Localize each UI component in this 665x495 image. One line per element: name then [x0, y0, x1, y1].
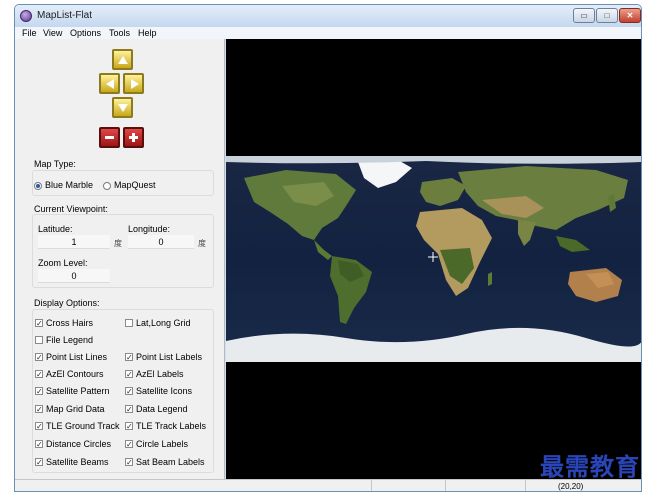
- latitude-field[interactable]: 1: [38, 235, 110, 249]
- checkbox-point-list-lines-label[interactable]: Point List Lines: [46, 352, 107, 362]
- zoom-level-field[interactable]: 0: [38, 269, 110, 283]
- longitude-label: Longitude:: [128, 224, 171, 234]
- checkbox-point-list-labels-label[interactable]: Point List Labels: [136, 352, 202, 362]
- checkbox-data-legend[interactable]: ✓: [125, 405, 133, 414]
- radio-blue-marble-label[interactable]: Blue Marble: [45, 180, 93, 190]
- title-bar: MapList-Flat ▭ □ ✕: [15, 5, 641, 27]
- radio-mapquest[interactable]: [103, 182, 111, 190]
- checkbox-tle-track-labels-label[interactable]: TLE Track Labels: [136, 421, 206, 431]
- zoom-out-button[interactable]: [99, 127, 120, 148]
- menu-bar: File View Options Tools Help: [15, 27, 641, 39]
- checkbox-tle-ground-track[interactable]: ✓: [35, 422, 43, 431]
- arrow-left-icon: [106, 79, 114, 89]
- checkbox-file-legend[interactable]: [35, 336, 43, 344]
- checkbox-azel-labels[interactable]: ✓: [125, 370, 133, 379]
- longitude-unit: 度: [198, 239, 206, 248]
- checkbox-satellite-icons[interactable]: ✓: [125, 387, 133, 396]
- control-panel: Map Type: Blue Marble MapQuest Current V…: [15, 39, 225, 479]
- menu-file[interactable]: File: [22, 27, 37, 39]
- checkbox-circle-labels-label[interactable]: Circle Labels: [136, 439, 188, 449]
- app-globe-icon: [20, 10, 32, 22]
- menu-tools[interactable]: Tools: [109, 27, 130, 39]
- checkbox-sat-beam-labels[interactable]: ✓: [125, 458, 133, 467]
- watermark-text: 最需教育: [540, 452, 640, 481]
- checkbox-tle-track-labels[interactable]: ✓: [125, 422, 133, 431]
- display-options-title: Display Options:: [33, 298, 101, 308]
- pan-right-button[interactable]: [123, 73, 144, 94]
- checkbox-point-list-labels[interactable]: ✓: [125, 353, 133, 362]
- checkbox-map-grid-data[interactable]: ✓: [35, 405, 43, 414]
- checkbox-satellite-beams[interactable]: ✓: [35, 458, 43, 467]
- world-map-image: [226, 156, 641, 362]
- checkbox-satellite-beams-label[interactable]: Satellite Beams: [46, 457, 109, 467]
- checkbox-map-grid-data-label[interactable]: Map Grid Data: [46, 404, 105, 414]
- checkbox-circle-labels[interactable]: ✓: [125, 440, 133, 449]
- pan-left-button[interactable]: [99, 73, 120, 94]
- arrow-down-icon: [118, 104, 128, 112]
- checkbox-lat-long-grid[interactable]: [125, 319, 133, 327]
- checkbox-distance-circles-label[interactable]: Distance Circles: [46, 439, 111, 449]
- checkbox-satellite-icons-label[interactable]: Satellite Icons: [136, 386, 192, 396]
- app-window: MapList-Flat ▭ □ ✕ File View Options Too…: [14, 4, 642, 492]
- zoom-in-button[interactable]: [123, 127, 144, 148]
- pan-down-button[interactable]: [112, 97, 133, 118]
- checkbox-file-legend-label[interactable]: File Legend: [46, 335, 93, 345]
- menu-options[interactable]: Options: [70, 27, 101, 39]
- radio-mapquest-label[interactable]: MapQuest: [114, 180, 156, 190]
- status-cell-2: [445, 480, 446, 491]
- maximize-button[interactable]: □: [596, 8, 618, 23]
- minus-icon: [105, 136, 114, 139]
- checkbox-distance-circles[interactable]: ✓: [35, 440, 43, 449]
- arrow-right-icon: [131, 79, 139, 89]
- checkbox-cross-hairs-label[interactable]: Cross Hairs: [46, 318, 93, 328]
- zoom-level-label: Zoom Level:: [38, 258, 88, 268]
- checkbox-point-list-lines[interactable]: ✓: [35, 353, 43, 362]
- checkbox-cross-hairs[interactable]: ✓: [35, 319, 43, 328]
- pan-up-button[interactable]: [112, 49, 133, 70]
- checkbox-azel-contours-label[interactable]: AzEl Contours: [46, 369, 104, 379]
- latitude-unit: 度: [114, 239, 122, 248]
- menu-view[interactable]: View: [43, 27, 62, 39]
- close-button[interactable]: ✕: [619, 8, 641, 23]
- checkbox-tle-ground-track-label[interactable]: TLE Ground Track: [46, 421, 120, 431]
- radio-blue-marble[interactable]: [34, 182, 42, 190]
- status-cell-1: [371, 480, 372, 491]
- checkbox-azel-labels-label[interactable]: AzEl Labels: [136, 369, 184, 379]
- checkbox-data-legend-label[interactable]: Data Legend: [136, 404, 188, 414]
- minimize-button[interactable]: ▭: [573, 8, 595, 23]
- map-view[interactable]: +: [226, 39, 641, 479]
- arrow-up-icon: [118, 56, 128, 64]
- checkbox-lat-long-grid-label[interactable]: Lat,Long Grid: [136, 318, 191, 328]
- checkbox-satellite-pattern-label[interactable]: Satellite Pattern: [46, 386, 110, 396]
- map-type-title: Map Type:: [33, 159, 77, 169]
- menu-help[interactable]: Help: [138, 27, 157, 39]
- checkbox-satellite-pattern[interactable]: ✓: [35, 387, 43, 396]
- checkbox-azel-contours[interactable]: ✓: [35, 370, 43, 379]
- checkbox-sat-beam-labels-label[interactable]: Sat Beam Labels: [136, 457, 205, 467]
- longitude-field[interactable]: 0: [128, 235, 194, 249]
- latitude-label: Latitude:: [38, 224, 73, 234]
- status-coordinates: (20,20): [558, 482, 584, 491]
- viewpoint-title: Current Viewpoint:: [33, 204, 109, 214]
- window-title: MapList-Flat: [37, 10, 93, 21]
- status-cell-3: [525, 480, 526, 491]
